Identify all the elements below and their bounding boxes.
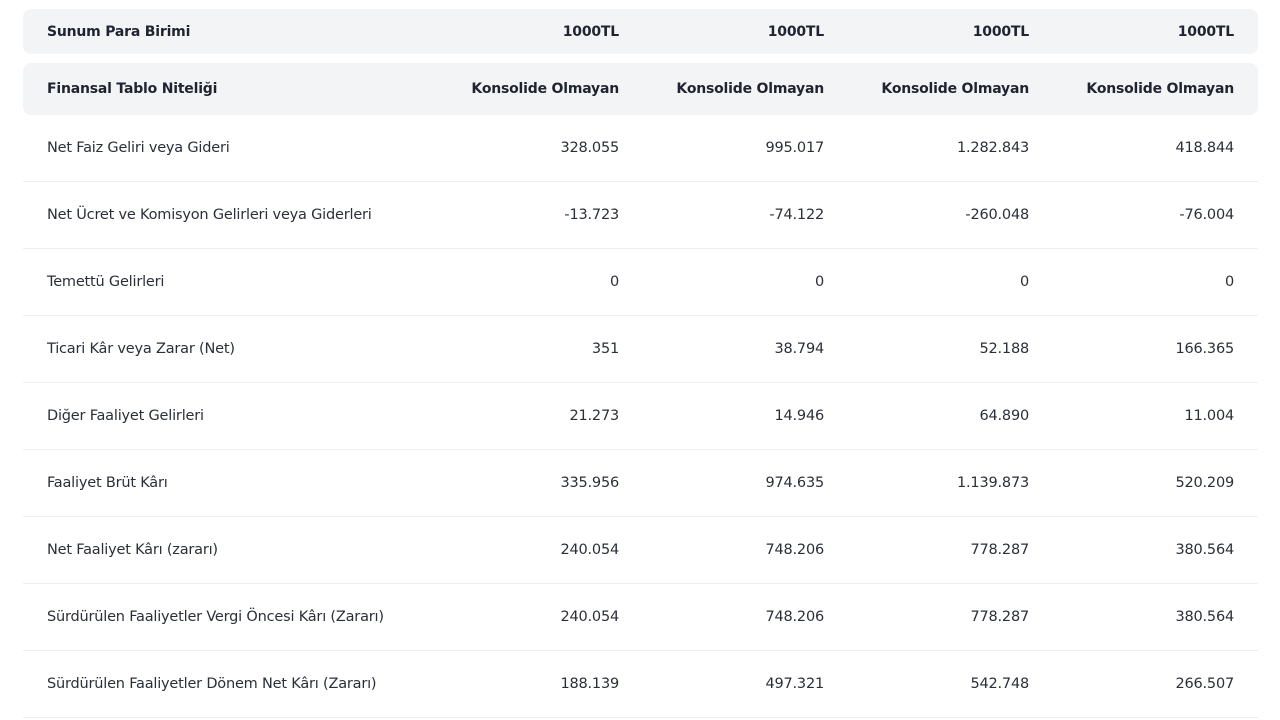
header-value: Konsolide Olmayan (1086, 81, 1234, 97)
row-value: 520.209 (1175, 475, 1234, 491)
header-value: 1000TL (972, 23, 1029, 40)
row-label: Sürdürülen Faaliyetler Vergi Öncesi Kârı… (47, 609, 384, 625)
row-value: 542.748 (970, 676, 1029, 692)
row-value: 1.282.843 (957, 140, 1029, 156)
row-value: 0 (1224, 274, 1234, 290)
table-row: Net Faaliyet Kârı (zararı) 240.054 748.206… (23, 517, 1258, 584)
row-value: 1.139.873 (957, 475, 1029, 491)
row-value: 240.054 (560, 542, 619, 558)
row-value: 0 (814, 274, 824, 290)
row-value: 995.017 (765, 140, 824, 156)
row-value: 38.794 (774, 341, 824, 357)
table-row: Diğer Faaliyet Gelirleri 21.273 14.946 64.8… (23, 383, 1258, 450)
row-label: Net Ücret ve Komisyon Gelirleri veya Gid… (47, 207, 372, 223)
row-value: 974.635 (765, 475, 824, 491)
table-row: Net Ücret ve Komisyon Gelirleri veya Gid… (23, 182, 1258, 249)
row-value: 0 (1019, 274, 1029, 290)
row-value: 240.054 (560, 609, 619, 625)
row-value: 21.273 (569, 408, 619, 424)
row-value: -76.004 (1179, 207, 1234, 223)
row-value: 52.188 (979, 341, 1029, 357)
header-label: Finansal Tablo Niteliği (47, 81, 218, 97)
row-value: -13.723 (564, 207, 619, 223)
financial-table: Sunum Para Birimi 1000TL 1000TL 1000TL 1… (23, 9, 1258, 718)
row-label: Net Faaliyet Kârı (zararı) (47, 542, 218, 558)
header-value: 1000TL (1177, 23, 1234, 40)
row-value: 380.564 (1175, 542, 1234, 558)
row-value: 328.055 (560, 140, 619, 156)
header-value: Konsolide Olmayan (881, 81, 1029, 97)
row-label: Faaliyet Brüt Kârı (47, 475, 168, 491)
row-value: 351 (591, 341, 619, 357)
row-value: -260.048 (965, 207, 1029, 223)
table-row: Ticari Kâr veya Zarar (Net) 351 38.794 52.1… (23, 316, 1258, 383)
row-value: 0 (609, 274, 619, 290)
row-label: Diğer Faaliyet Gelirleri (47, 408, 204, 424)
table-row: Temettü Gelirleri 0 0 0 0 (23, 249, 1258, 316)
row-value: 266.507 (1175, 676, 1234, 692)
row-value: 748.206 (765, 609, 824, 625)
row-label: Temettü Gelirleri (47, 274, 165, 290)
row-value: 778.287 (970, 542, 1029, 558)
header-value: 1000TL (562, 23, 619, 40)
row-value: 188.139 (560, 676, 619, 692)
table-row: Sürdürülen Faaliyetler Dönem Net Kârı (Z… (23, 651, 1258, 718)
row-value: 497.321 (765, 676, 824, 692)
row-value: -74.122 (769, 207, 824, 223)
table-row: Faaliyet Brüt Kârı 335.956 974.635 1.139.87… (23, 450, 1258, 517)
header-row-currency: Sunum Para Birimi 1000TL 1000TL 1000TL 1… (23, 9, 1258, 54)
row-value: 166.365 (1175, 341, 1234, 357)
row-value: 11.004 (1184, 408, 1234, 424)
row-label: Ticari Kâr veya Zarar (Net) (47, 341, 235, 357)
table-row: Net Faiz Geliri veya Gideri 328.055 995.01… (23, 115, 1258, 182)
row-value: 14.946 (774, 408, 824, 424)
row-value: 380.564 (1175, 609, 1234, 625)
row-label: Net Faiz Geliri veya Gideri (47, 140, 230, 156)
header-value: 1000TL (767, 23, 824, 40)
row-value: 778.287 (970, 609, 1029, 625)
row-value: 64.890 (979, 408, 1029, 424)
row-value: 748.206 (765, 542, 824, 558)
header-row-nature: Finansal Tablo Niteliği Konsolide Olmaya… (23, 63, 1258, 115)
table-row: Sürdürülen Faaliyetler Vergi Öncesi Kârı… (23, 584, 1258, 651)
row-value: 418.844 (1175, 140, 1234, 156)
header-value: Konsolide Olmayan (676, 81, 824, 97)
header-value: Konsolide Olmayan (471, 81, 619, 97)
header-label: Sunum Para Birimi (47, 23, 191, 40)
row-value: 335.956 (560, 475, 619, 491)
row-label: Sürdürülen Faaliyetler Dönem Net Kârı (Z… (47, 676, 377, 692)
table-body: Net Faiz Geliri veya Gideri 328.055 995.01… (23, 115, 1258, 718)
